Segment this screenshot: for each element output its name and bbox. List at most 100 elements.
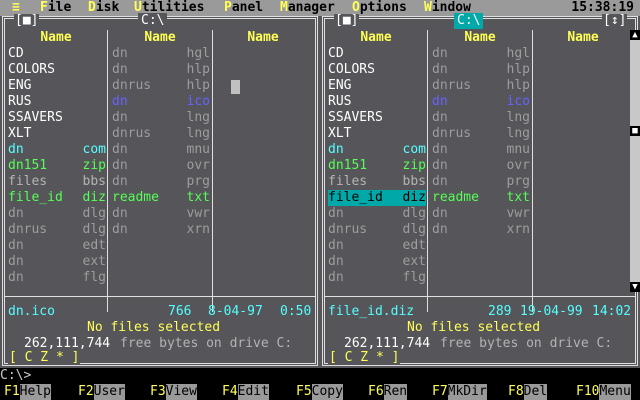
fkey-f6[interactable]: F6Ren <box>368 384 408 400</box>
file-entry[interactable]: dnrus dlg <box>8 222 106 238</box>
file-entry[interactable]: dn mnu <box>112 142 210 158</box>
scroll-down-arrow-icon[interactable]: ▼ <box>630 282 640 292</box>
left-panel-close-button[interactable]: [■] <box>14 14 40 28</box>
file-entry[interactable]: dn ico <box>112 94 210 110</box>
file-entry[interactable]: ENG <box>328 78 426 94</box>
file-entry[interactable]: dn lng <box>432 110 530 126</box>
file-entry[interactable]: dn com <box>328 142 426 158</box>
file-name: dn <box>112 62 128 77</box>
file-name: dn <box>432 110 448 125</box>
file-entry[interactable]: dn prg <box>432 174 530 190</box>
file-entry[interactable]: dnrus hlp <box>432 78 530 94</box>
file-entry[interactable]: dn lng <box>112 110 210 126</box>
file-entry[interactable]: readme txt <box>432 190 530 206</box>
file-entry[interactable]: dn ext <box>8 254 106 270</box>
fkey-f1[interactable]: F1Help <box>4 384 51 400</box>
file-entry[interactable]: dn vwr <box>112 206 210 222</box>
file-entry[interactable]: COLORS <box>328 62 426 78</box>
file-entry[interactable]: XLT <box>328 126 426 142</box>
file-entry[interactable]: XLT <box>8 126 106 142</box>
file-entry[interactable]: dn edt <box>8 238 106 254</box>
right-panel-close-button[interactable]: [■] <box>334 14 360 28</box>
file-entry[interactable]: dn edt <box>328 238 426 254</box>
file-entry[interactable]: CD <box>8 46 106 62</box>
file-name: dn <box>112 206 128 221</box>
file-entry[interactable]: COLORS <box>8 62 106 78</box>
fkey-f2[interactable]: F2User <box>78 384 125 400</box>
fkey-number: F6 <box>368 384 384 399</box>
file-entry[interactable]: dn xrn <box>432 222 530 238</box>
file-entry[interactable]: readme txt <box>112 190 210 206</box>
right-col-header-2: Name <box>464 30 496 45</box>
file-entry[interactable]: dn prg <box>112 174 210 190</box>
file-entry[interactable]: file_id diz <box>328 190 426 206</box>
file-name: files <box>328 174 368 189</box>
menu-disk-label: isk <box>95 0 120 15</box>
menu-file[interactable]: File <box>40 0 71 16</box>
file-extension <box>400 78 426 94</box>
fkey-f4[interactable]: F4Edit <box>222 384 269 400</box>
fkey-f3[interactable]: F3View <box>150 384 197 400</box>
file-name: dn <box>8 270 24 285</box>
file-name: dn <box>328 206 344 221</box>
file-entry[interactable]: dn dlg <box>328 206 426 222</box>
file-entry[interactable]: files bbs <box>328 174 426 190</box>
command-line[interactable]: C:\> <box>0 368 640 384</box>
file-entry[interactable]: ENG <box>8 78 106 94</box>
file-entry[interactable]: dn ico <box>432 94 530 110</box>
fkey-f5[interactable]: F5Copy <box>296 384 343 400</box>
file-entry[interactable]: dn dlg <box>8 206 106 222</box>
right-scrollbar[interactable]: ▲ ■ ▼ <box>630 30 640 292</box>
file-entry[interactable]: files bbs <box>8 174 106 190</box>
file-entry[interactable]: dnrus hlp <box>112 78 210 94</box>
file-entry[interactable]: dnrus dlg <box>328 222 426 238</box>
file-entry[interactable]: SSAVERS <box>8 110 106 126</box>
menu-panel[interactable]: Panel <box>224 0 263 16</box>
menu-manager[interactable]: Manager <box>280 0 335 16</box>
file-entry[interactable]: RUS <box>8 94 106 110</box>
right-panel-zoom-button[interactable]: [↕] <box>602 14 628 28</box>
menu-file-hotkey: F <box>40 0 48 15</box>
file-entry[interactable]: CD <box>328 46 426 62</box>
scroll-up-arrow-icon[interactable]: ▲ <box>630 30 640 40</box>
file-entry[interactable]: SSAVERS <box>328 110 426 126</box>
file-name: XLT <box>328 126 352 141</box>
left-selected-msg: No files selected <box>87 320 221 335</box>
left-panel[interactable]: [■] C:\ Name Name Name CD COLORS ENG RUS SSA… <box>2 13 318 368</box>
file-entry[interactable]: dn151 zip <box>328 158 426 174</box>
right-drive-bar[interactable]: [ C Z * ] <box>328 351 401 365</box>
fkey-f10[interactable]: F10Menu <box>576 384 631 400</box>
file-extension: lng <box>186 126 210 141</box>
left-drive-bar[interactable]: [ C Z * ] <box>8 351 81 365</box>
file-entry[interactable]: dn hgl <box>432 46 530 62</box>
file-entry[interactable]: dn flg <box>328 270 426 286</box>
file-entry[interactable]: dnrus lng <box>432 126 530 142</box>
file-entry[interactable]: dn ovr <box>112 158 210 174</box>
fkey-label: Menu <box>599 384 631 400</box>
right-panel[interactable]: [■] C:\ [↕] Name Name Name CD COLORS ENG RU… <box>322 13 638 368</box>
menu-options[interactable]: Options <box>352 0 407 16</box>
file-entry[interactable]: dn151 zip <box>8 158 106 174</box>
file-entry[interactable]: file_id diz <box>8 190 106 206</box>
file-extension: hlp <box>186 62 210 77</box>
scroll-thumb[interactable]: ■ <box>630 126 640 136</box>
menu-disk[interactable]: Disk <box>88 0 119 16</box>
file-entry[interactable]: dn hgl <box>112 46 210 62</box>
file-entry[interactable]: dn hlp <box>432 62 530 78</box>
fkey-f7[interactable]: F7MkDir <box>432 384 487 400</box>
file-extension <box>400 62 426 78</box>
file-entry[interactable]: dn mnu <box>432 142 530 158</box>
file-entry[interactable]: dn xrn <box>112 222 210 238</box>
file-entry[interactable]: dn ext <box>328 254 426 270</box>
fkey-f8[interactable]: F8Del <box>508 384 548 400</box>
file-entry[interactable]: dnrus lng <box>112 126 210 142</box>
file-entry[interactable]: dn ovr <box>432 158 530 174</box>
file-name: dn <box>112 142 128 157</box>
file-name: dn <box>432 174 448 189</box>
file-entry[interactable]: dn com <box>8 142 106 158</box>
file-entry[interactable]: dn hlp <box>112 62 210 78</box>
file-entry[interactable]: RUS <box>328 94 426 110</box>
file-extension: ovr <box>506 158 530 173</box>
file-entry[interactable]: dn flg <box>8 270 106 286</box>
file-entry[interactable]: dn vwr <box>432 206 530 222</box>
